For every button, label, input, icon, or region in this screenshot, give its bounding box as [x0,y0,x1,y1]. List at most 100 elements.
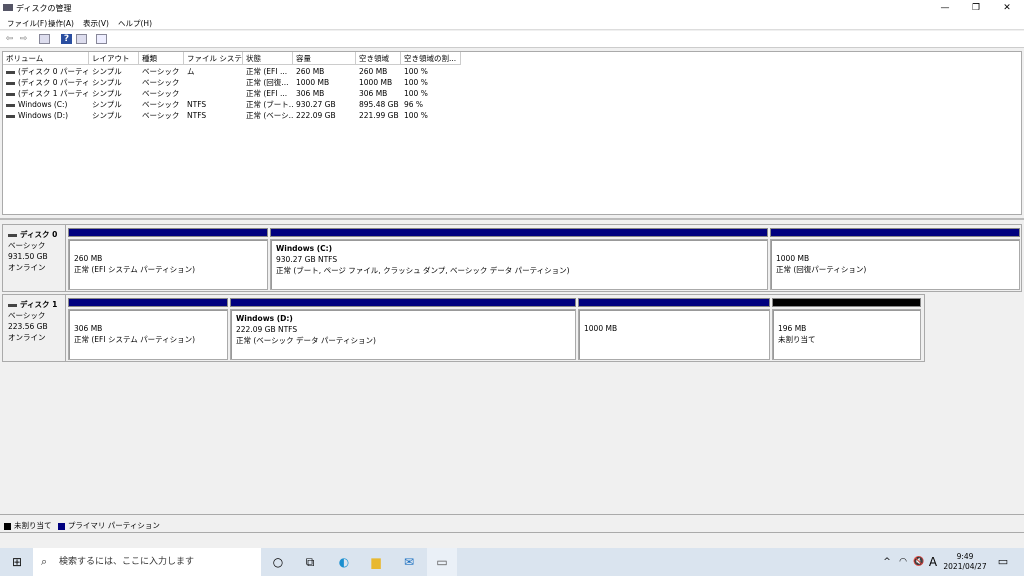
partition-title: Windows (D:) [236,314,293,323]
table-cell: 221.99 GB [356,110,401,121]
column-status[interactable]: 状態 [243,52,293,65]
maximize-button[interactable]: ❐ [961,0,991,16]
partition-bar [770,228,1020,237]
menu-action[interactable]: 操作(A) [48,18,74,29]
disk-size: 223.56 GB [8,322,48,331]
partition-box[interactable]: 306 MB 正常 (EFI システム パーティション) [68,309,228,360]
disk-label[interactable]: ディスク 1 ベーシック 223.56 GB オンライン [2,294,66,362]
disk-type: ベーシック [8,311,46,320]
table-cell: ベーシック [139,66,184,77]
disk-management-taskbar-icon[interactable]: ▭ [427,548,457,576]
table-cell: 1000 MB [293,77,356,88]
disk-name: ディスク 1 [20,300,58,309]
file-explorer-icon[interactable]: ▆ [361,548,391,576]
partition-box[interactable]: 196 MB 未割り当て [772,309,921,360]
partition-status: 正常 (EFI システム パーティション) [74,265,196,274]
volume-list[interactable]: ボリューム レイアウト 種類 ファイル システム 状態 容量 空き領域 空き領域… [2,51,1022,215]
menu-file[interactable]: ファイル(F) [7,18,47,29]
cell-text: シンプル [92,67,122,76]
legend-unallocated: 未割り当て [14,521,52,530]
table-cell: 260 MB [356,66,401,77]
table-cell: シンプル [89,99,139,110]
close-button[interactable]: ✕ [992,0,1022,16]
menu-help[interactable]: ヘルプ(H) [118,18,152,29]
partition[interactable]: 1000 MB 正常 (回復パーティション) [770,228,1020,290]
back-icon[interactable]: ⇦ [4,34,15,44]
table-cell: 正常 (EFI ... [243,66,293,77]
table-row[interactable]: (ディスク 1 パーティショ...シンプル ベーシック 正常 (EFI ... 306… [3,88,463,99]
disk-icon [8,233,17,237]
table-cell: 100 % [401,88,461,99]
table-row[interactable]: (ディスク 0 パーティショ...シンプル ベーシック 正常 (回復... 1000 … [3,77,463,88]
taskbar: ⊞ ⌕ 検索するには、ここに入力します ○ ⧉ ◐ ▆ ✉ ▭ ^ ◠ 🔇 A … [0,548,1024,576]
table-row[interactable]: Windows (C:) シンプル ベーシック NTFS 正常 (ブート... 930.2… [3,99,463,110]
partition-box[interactable]: 1000 MB [578,309,770,360]
edge-icon[interactable]: ◐ [329,548,359,576]
column-type[interactable]: 種類 [139,52,184,65]
console-tree-icon[interactable] [39,34,50,44]
disk-label[interactable]: ディスク 0 ベーシック 931.50 GB オンライン [2,224,66,292]
windows-start-icon[interactable]: ⊞ [2,548,32,576]
legend: 未割り当て プライマリ パーティション [0,514,1024,533]
table-cell: 96 % [401,99,461,110]
volume-icon [6,103,15,107]
partition-size: 930.27 GB NTFS [276,255,338,264]
cell-text: ベーシック [142,67,180,76]
properties-icon[interactable] [96,34,107,44]
cell-text: ベーシック [142,89,180,98]
table-row[interactable]: (ディスク 0 パーティショ...シンプル ベーシック 正常 (EFI ... 260… [3,66,463,77]
partition-status: 未割り当て [778,335,816,344]
table-row[interactable]: Windows (D:) シンプル ベーシック NTFS 正常 (ベーシ... 222.0… [3,110,463,121]
help-icon[interactable]: ? [61,34,72,44]
column-volume[interactable]: ボリューム [3,52,89,65]
taskbar-search[interactable]: ⌕ 検索するには、ここに入力します [33,548,261,576]
column-filesystem[interactable]: ファイル システム [184,52,243,76]
table-cell: 222.09 GB [293,110,356,121]
minimize-button[interactable]: — [930,0,960,16]
disk-management-icon [3,4,13,11]
partition[interactable]: 260 MB 正常 (EFI システム パーティション) [68,228,268,290]
cell-text: 正常 (EFI ... [246,67,288,76]
partition-bar [772,298,921,307]
disk-status: オンライン [8,333,46,342]
column-capacity[interactable]: 容量 [293,52,356,65]
partition-box[interactable]: 1000 MB 正常 (回復パーティション) [770,239,1020,290]
partition[interactable]: Windows (D:) 222.09 GB NTFS 正常 (ベーシック デー… [230,298,576,360]
clock-date: 2021/04/27 [943,562,987,571]
partition-box[interactable]: Windows (C:) 930.27 GB NTFS 正常 (ブート, ページ… [270,239,768,290]
menu-view[interactable]: 表示(V) [83,18,109,29]
mail-icon[interactable]: ✉ [394,548,424,576]
cell-text: (ディスク 0 パーティショ... [18,67,89,76]
cell-text: シンプル [92,78,122,87]
primary-swatch [57,522,65,530]
table-cell: シンプル [89,88,139,99]
cell-text: 222.09 GB [296,111,336,120]
cell-text: 306 MB [359,89,388,98]
partition-status: 正常 (ブート, ページ ファイル, クラッシュ ダンプ, ベーシック データ … [276,266,570,275]
partition-status: 正常 (EFI システム パーティション) [74,335,196,344]
disk-icon [8,303,17,307]
column-layout[interactable]: レイアウト [89,52,139,65]
partition[interactable]: 196 MB 未割り当て [772,298,921,360]
partition[interactable]: Windows (C:) 930.27 GB NTFS 正常 (ブート, ページ… [270,228,768,290]
clock[interactable]: 9:49 2021/04/27 [940,552,990,572]
partition-box[interactable]: Windows (D:) 222.09 GB NTFS 正常 (ベーシック デー… [230,309,576,360]
table-cell: 100 % [401,77,461,88]
column-free-space[interactable]: 空き領域 [356,52,401,65]
column-percent-free[interactable]: 空き領域の割... [401,52,461,65]
cortana-icon[interactable]: ○ [263,548,293,576]
task-view-icon[interactable]: ⧉ [295,548,325,576]
table-cell: Windows (C:) [3,99,89,110]
partition-box[interactable]: 260 MB 正常 (EFI システム パーティション) [68,239,268,290]
table-cell: ベーシック [139,99,184,110]
partition-size: 1000 MB [776,254,810,263]
table-cell: Windows (D:) [3,110,89,121]
notification-icon[interactable]: ▭ [988,548,1018,576]
partition-status: 正常 (ベーシック データ パーティション) [236,336,376,345]
action-pane-icon[interactable] [76,34,87,44]
partition[interactable]: 306 MB 正常 (EFI システム パーティション) [68,298,228,360]
cell-text: 306 MB [296,89,325,98]
cell-text: 1000 MB [296,78,330,87]
forward-icon[interactable]: ⇨ [18,34,29,44]
partition[interactable]: 1000 MB [578,298,770,360]
